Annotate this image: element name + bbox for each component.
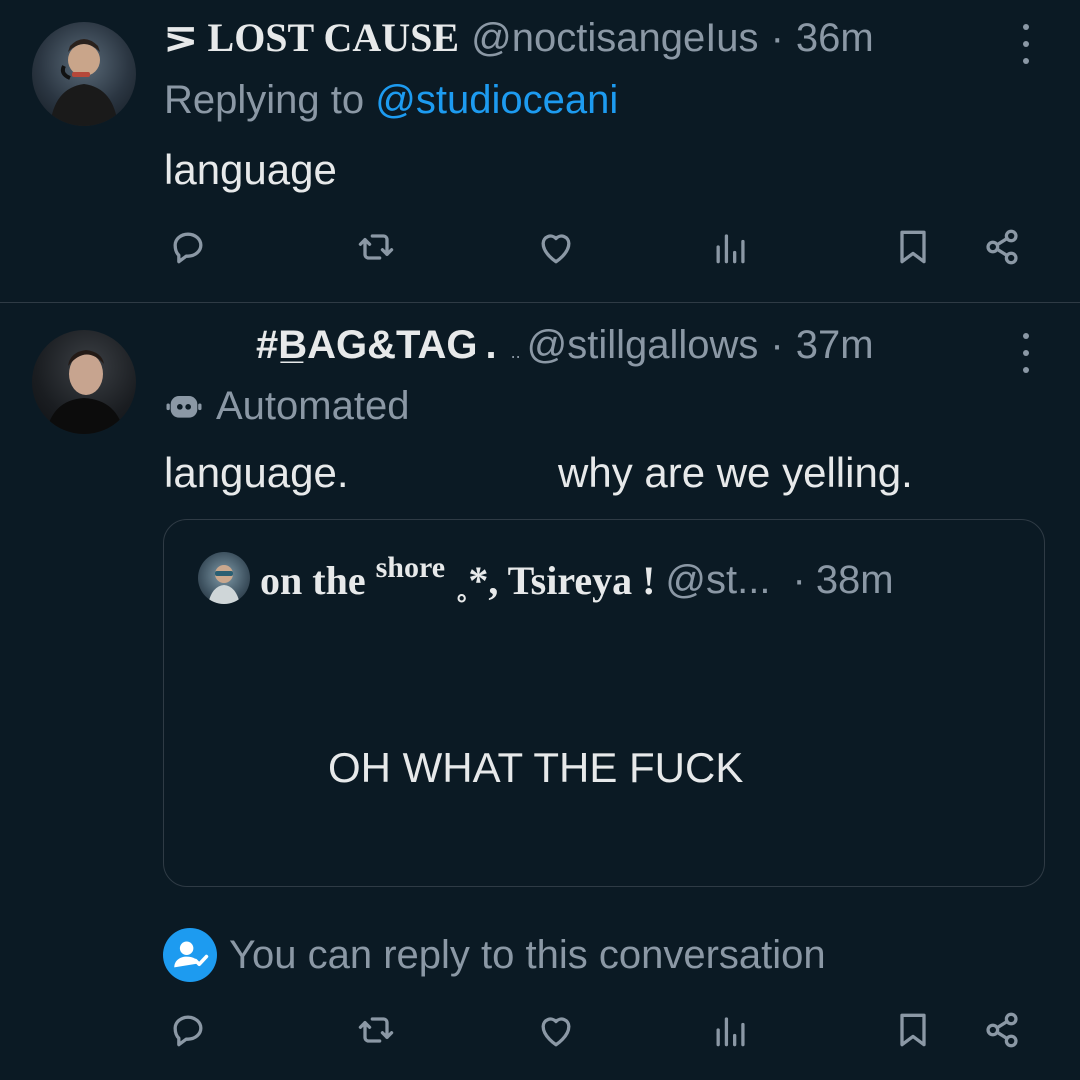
views-button[interactable]	[706, 222, 756, 272]
share-icon	[986, 229, 1018, 265]
retweet-button[interactable]	[351, 222, 401, 272]
bookmark-icon	[900, 230, 926, 264]
tweet-text-part-2: why are we yelling.	[558, 449, 913, 496]
retweet-icon	[358, 1017, 394, 1043]
tweet-text-part-1: language.	[164, 449, 349, 496]
tweet-2[interactable]: #B̲AG&TAG . .. @stillgallows · 37m Autom…	[0, 303, 1080, 1080]
avatar[interactable]	[32, 330, 136, 434]
person-check-icon	[163, 928, 217, 982]
reply-notice-text: You can reply to this conversation	[229, 932, 826, 977]
action-bar	[0, 222, 1080, 282]
avatar[interactable]	[32, 22, 136, 126]
quoted-display-name-part2: ˳*, Tsireya !	[455, 557, 656, 603]
like-icon	[541, 234, 571, 264]
separator-dot: ·	[770, 16, 784, 60]
reply-icon	[173, 232, 203, 264]
more-icon[interactable]	[1016, 24, 1036, 64]
replying-prefix: Replying to	[164, 78, 365, 122]
like-button[interactable]	[531, 222, 581, 272]
quoted-header: on the shore ˳*, Tsireya ! @st... · 38m	[260, 550, 894, 610]
bookmark-button[interactable]	[888, 222, 938, 272]
share-button[interactable]	[977, 1005, 1027, 1055]
display-name[interactable]: #B̲AG&TAG	[256, 323, 477, 368]
tweet-header: #B̲AG&TAG . .. @stillgallows · 37m	[256, 323, 874, 373]
views-icon	[716, 234, 745, 264]
action-bar	[0, 1005, 1080, 1065]
handle[interactable]: @noctisangeIus	[471, 16, 758, 61]
quoted-display-name-superscript: shore	[375, 551, 446, 584]
timestamp[interactable]: 37m	[796, 323, 874, 368]
automated-label-row: Automated	[164, 381, 409, 431]
bookmark-button[interactable]	[888, 1005, 938, 1055]
tweet-text: language	[164, 146, 337, 193]
display-name-suffix: .	[485, 323, 497, 367]
views-button[interactable]	[706, 1005, 756, 1055]
share-icon	[986, 1012, 1018, 1048]
quoted-separator-dot: ·	[792, 557, 806, 602]
avatar-image	[46, 350, 124, 434]
robot-icon	[166, 396, 202, 418]
quoted-avatar-image	[208, 565, 240, 604]
separator-dot: ·	[770, 323, 784, 367]
name-dots: ..	[510, 342, 521, 362]
reply-icon	[173, 1015, 203, 1047]
handle[interactable]: @stillgallows	[527, 323, 759, 368]
quoted-handle[interactable]: @st...	[665, 558, 770, 603]
tweet-1[interactable]: ⋝ LOST CAUSE @noctisangeIus · 36m Replyi…	[0, 0, 1080, 302]
tweet-text: language. why are we yelling.	[164, 449, 1044, 497]
views-icon	[716, 1017, 745, 1047]
share-button[interactable]	[977, 222, 1027, 272]
retweet-icon	[358, 234, 394, 260]
quoted-display-name-part1[interactable]: on the	[260, 557, 366, 604]
bookmark-icon	[900, 1013, 926, 1047]
replying-handle-link[interactable]: @studioceani	[375, 78, 618, 122]
reply-button[interactable]	[163, 222, 213, 272]
reply-button[interactable]	[163, 1005, 213, 1055]
more-icon[interactable]	[1016, 333, 1036, 373]
quoted-avatar[interactable]	[198, 552, 250, 604]
reply-notice: You can reply to this conversation	[163, 927, 826, 983]
like-button[interactable]	[531, 1005, 581, 1055]
quoted-text: OH WHAT THE FUCK	[328, 744, 744, 791]
quoted-tweet[interactable]: on the shore ˳*, Tsireya ! @st... · 38m …	[163, 519, 1045, 887]
automated-label[interactable]: Automated	[216, 384, 409, 429]
avatar-image	[50, 39, 118, 126]
tweet-header: ⋝ LOST CAUSE @noctisangeIus · 36m	[164, 14, 874, 64]
display-name[interactable]: ⋝ LOST CAUSE	[164, 14, 459, 61]
quoted-timestamp[interactable]: 38m	[816, 558, 894, 603]
timestamp[interactable]: 36m	[796, 16, 874, 61]
like-icon	[541, 1017, 571, 1047]
retweet-button[interactable]	[351, 1005, 401, 1055]
replying-to: Replying to @studioceani	[164, 78, 618, 123]
